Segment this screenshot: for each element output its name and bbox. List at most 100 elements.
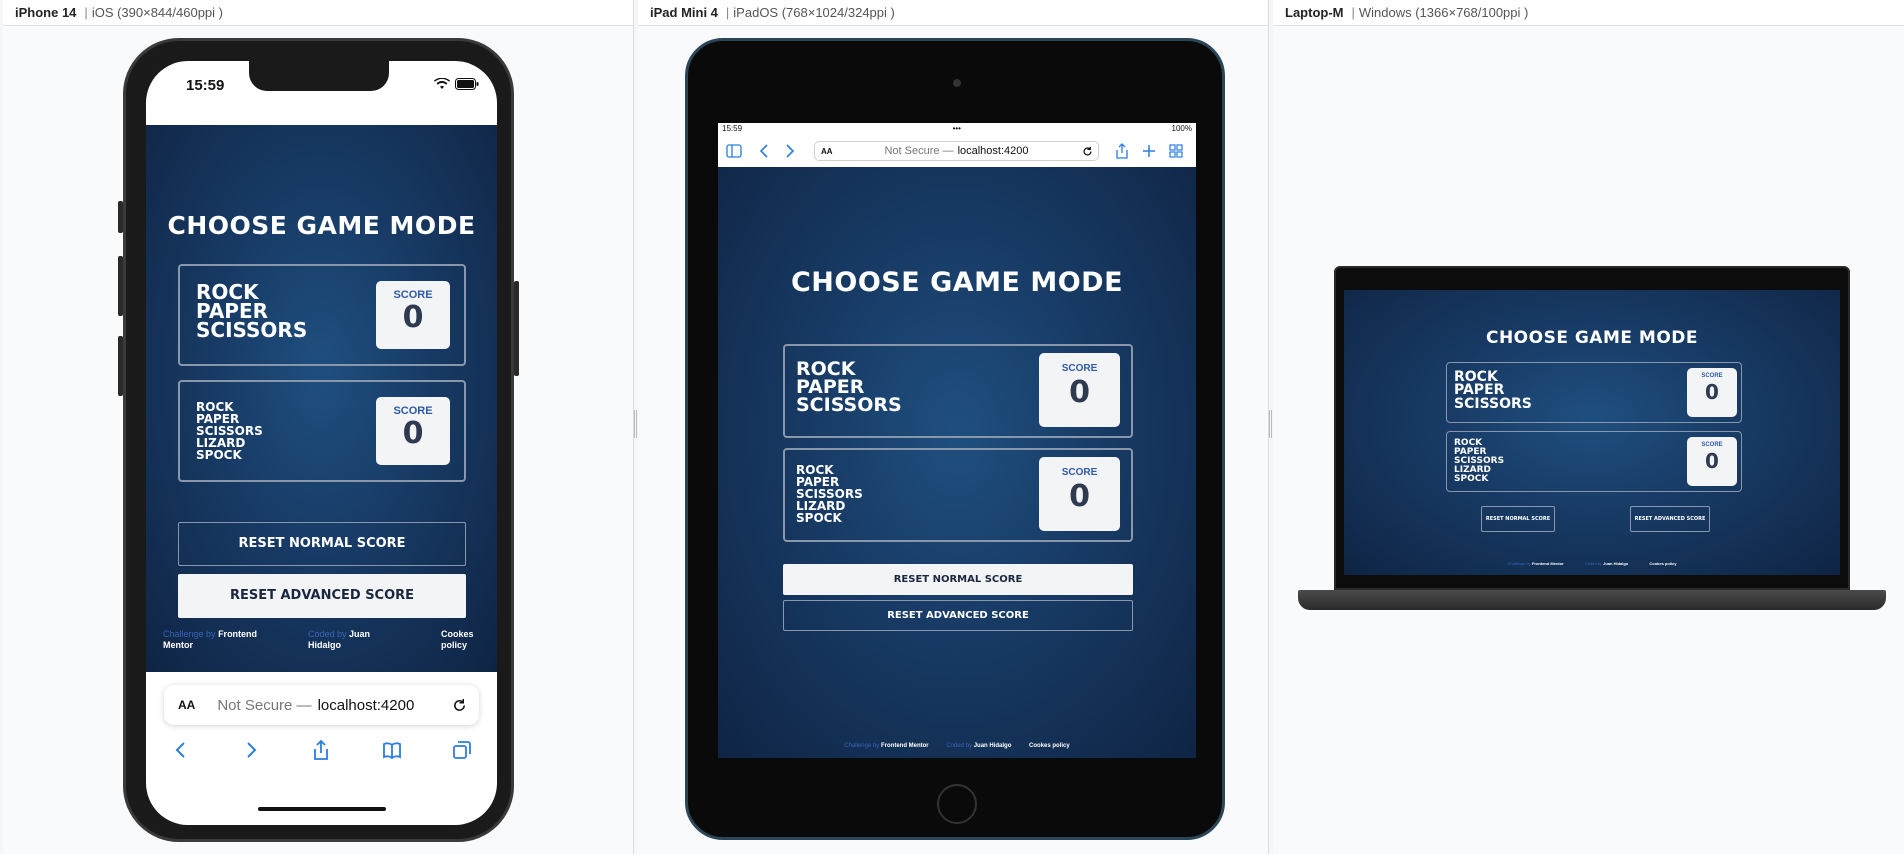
score-label: SCORE xyxy=(1061,363,1098,374)
reload-icon[interactable] xyxy=(452,698,467,713)
address-bar[interactable]: AA Not Secure — localhost:4200 xyxy=(814,141,1099,161)
coded-prefix: Coded by xyxy=(946,743,973,749)
advanced-score-box: SCORE 0 xyxy=(1687,437,1737,486)
device-name: Laptop-M xyxy=(1285,5,1344,20)
notch xyxy=(249,61,389,91)
challenge-prefix: Challenge by xyxy=(844,743,880,749)
coded-prefix: Coded by xyxy=(1584,561,1602,566)
reader-aa-button[interactable]: AA xyxy=(821,147,833,156)
normal-mode-card[interactable]: ROCK PAPER SCISSORS SCORE 0 xyxy=(1446,362,1742,423)
panel-header: iPhone 14 | iOS (390×844/460ppi ) xyxy=(3,0,633,26)
reset-advanced-button[interactable]: RESET ADVANCED SCORE xyxy=(178,574,466,618)
ipad-screen: 15:59 ••• 100% AA Not Secure — localhost… xyxy=(718,123,1196,758)
laptop-lid: CHOOSE GAME MODE ROCK PAPER SCISSORS SCORE… xyxy=(1334,266,1850,590)
cookies-link[interactable]: Cookes policy xyxy=(1649,561,1676,566)
bookmarks-icon[interactable] xyxy=(381,739,403,761)
normal-score-box: SCORE 0 xyxy=(376,281,450,349)
forward-icon[interactable] xyxy=(784,144,796,158)
score-label: SCORE xyxy=(1061,467,1098,478)
url-prefix: Not Secure — xyxy=(884,145,954,157)
wifi-icon xyxy=(434,78,450,89)
device-name: iPhone 14 xyxy=(15,5,77,20)
advanced-score-value: 0 xyxy=(1069,479,1090,514)
advanced-mode-card[interactable]: ROCK PAPER SCISSORS LIZARD SPOCK SCORE 0 xyxy=(783,448,1133,542)
normal-score-value: 0 xyxy=(402,300,424,335)
status-time: 15:59 xyxy=(186,77,225,94)
frontend-mentor-link[interactable]: Frontend Mentor xyxy=(1532,561,1564,566)
cookies-link[interactable]: Cookes policy xyxy=(441,629,481,651)
sidebar-icon[interactable] xyxy=(726,144,742,158)
panel-header: iPad Mini 4 | iPadOS (768×1024/324ppi ) xyxy=(638,0,1268,26)
normal-mode-card[interactable]: ROCK PAPER SCISSORS SCORE 0 xyxy=(783,344,1133,438)
device-name: iPad Mini 4 xyxy=(650,5,718,20)
status-icons xyxy=(434,78,479,90)
laptop-base xyxy=(1298,590,1886,610)
reset-advanced-button[interactable]: RESET ADVANCED SCORE xyxy=(1630,506,1710,532)
advanced-mode-card[interactable]: ROCK PAPER SCISSORS LIZARD SPOCK SCORE 0 xyxy=(1446,431,1742,492)
iphone-frame: 15:59 CHOOSE GAME MODE ROCK PAPER SCISSORS… xyxy=(118,38,519,842)
normal-mode-label: ROCK PAPER SCISSORS xyxy=(796,358,902,417)
cookies-link[interactable]: Cookes policy xyxy=(1029,743,1070,749)
multitask-dots: ••• xyxy=(952,124,961,133)
challenge-prefix: Challenge by xyxy=(1507,561,1531,566)
advanced-score-value: 0 xyxy=(1705,449,1719,473)
panel-header: Laptop-M | Windows (1366×768/100ppi ) xyxy=(1273,0,1904,26)
tabs-icon[interactable] xyxy=(451,739,473,761)
advanced-score-value: 0 xyxy=(402,416,424,451)
author-link[interactable]: Juan Hidalgo xyxy=(974,743,1012,749)
device-spec: iOS (390×844/460ppi ) xyxy=(91,5,223,20)
reader-aa-button[interactable]: AA xyxy=(178,698,195,712)
device-spec: Windows (1366×768/100ppi ) xyxy=(1358,5,1529,20)
tabs-icon[interactable] xyxy=(1169,144,1183,158)
reset-advanced-button[interactable]: RESET ADVANCED SCORE xyxy=(783,600,1133,631)
normal-score-box: SCORE 0 xyxy=(1687,368,1737,417)
normal-mode-card[interactable]: ROCK PAPER SCISSORS SCORE 0 xyxy=(178,264,466,366)
battery-icon xyxy=(455,78,479,90)
reload-icon[interactable] xyxy=(1082,146,1093,157)
url-prefix: Not Secure — xyxy=(217,696,312,714)
advanced-score-box: SCORE 0 xyxy=(1039,457,1120,531)
iphone-screen: 15:59 CHOOSE GAME MODE ROCK PAPER SCISSORS… xyxy=(146,61,497,825)
safari-toolbar xyxy=(146,739,497,761)
reset-normal-button[interactable]: RESET NORMAL SCORE xyxy=(783,564,1133,595)
share-icon[interactable] xyxy=(1115,143,1129,159)
footer: Challenge by Frontend Mentor Coded by Ju… xyxy=(1344,561,1840,566)
normal-mode-label: ROCK PAPER SCISSORS xyxy=(1454,369,1532,412)
url-text: localhost:4200 xyxy=(317,696,415,714)
advanced-score-box: SCORE 0 xyxy=(376,397,450,465)
home-indicator xyxy=(258,807,386,811)
home-button[interactable] xyxy=(937,784,977,824)
normal-score-value: 0 xyxy=(1705,380,1719,404)
coded-prefix: Coded by xyxy=(308,629,347,639)
game-screen: CHOOSE GAME MODE ROCK PAPER SCISSORS SCORE… xyxy=(718,167,1196,758)
front-camera xyxy=(953,79,961,87)
laptop-screen: CHOOSE GAME MODE ROCK PAPER SCISSORS SCORE… xyxy=(1344,290,1840,575)
reset-normal-button[interactable]: RESET NORMAL SCORE xyxy=(1481,506,1555,532)
add-tab-icon[interactable] xyxy=(1142,144,1156,158)
advanced-mode-card[interactable]: ROCK PAPER SCISSORS LIZARD SPOCK SCORE 0 xyxy=(178,380,466,482)
advanced-mode-label: ROCK PAPER SCISSORS LIZARD SPOCK xyxy=(796,463,863,525)
battery-text: 100% xyxy=(1171,124,1192,133)
frontend-mentor-link[interactable]: Frontend Mentor xyxy=(881,743,929,749)
normal-mode-label: ROCK PAPER SCISSORS xyxy=(196,280,308,342)
advanced-mode-label: ROCK PAPER SCISSORS LIZARD SPOCK xyxy=(1454,438,1505,484)
footer: Challenge by Frontend Mentor Coded by Ju… xyxy=(718,743,1196,749)
forward-icon[interactable] xyxy=(240,739,262,761)
share-icon[interactable] xyxy=(310,739,332,761)
page-title: CHOOSE GAME MODE xyxy=(167,211,476,240)
resize-handle[interactable] xyxy=(634,410,637,438)
author-link[interactable]: Juan Hidalgo xyxy=(1603,561,1628,566)
url-text: localhost:4200 xyxy=(957,145,1029,157)
address-bar[interactable]: AA Not Secure — localhost:4200 xyxy=(164,685,479,725)
device-spec: iPadOS (768×1024/324ppi ) xyxy=(733,5,895,20)
back-icon[interactable] xyxy=(758,144,770,158)
back-icon[interactable] xyxy=(170,739,192,761)
ipad-frame: 15:59 ••• 100% AA Not Secure — localhost… xyxy=(685,38,1225,840)
reset-normal-button[interactable]: RESET NORMAL SCORE xyxy=(178,522,466,566)
challenge-prefix: Challenge by xyxy=(163,629,216,639)
advanced-mode-label: ROCK PAPER SCISSORS LIZARD SPOCK xyxy=(196,400,263,462)
resize-handle[interactable] xyxy=(1269,410,1272,438)
normal-score-box: SCORE 0 xyxy=(1039,353,1120,427)
safari-toolbar: AA Not Secure — localhost:4200 xyxy=(718,135,1196,167)
status-bar: 15:59 ••• 100% xyxy=(718,123,1196,135)
